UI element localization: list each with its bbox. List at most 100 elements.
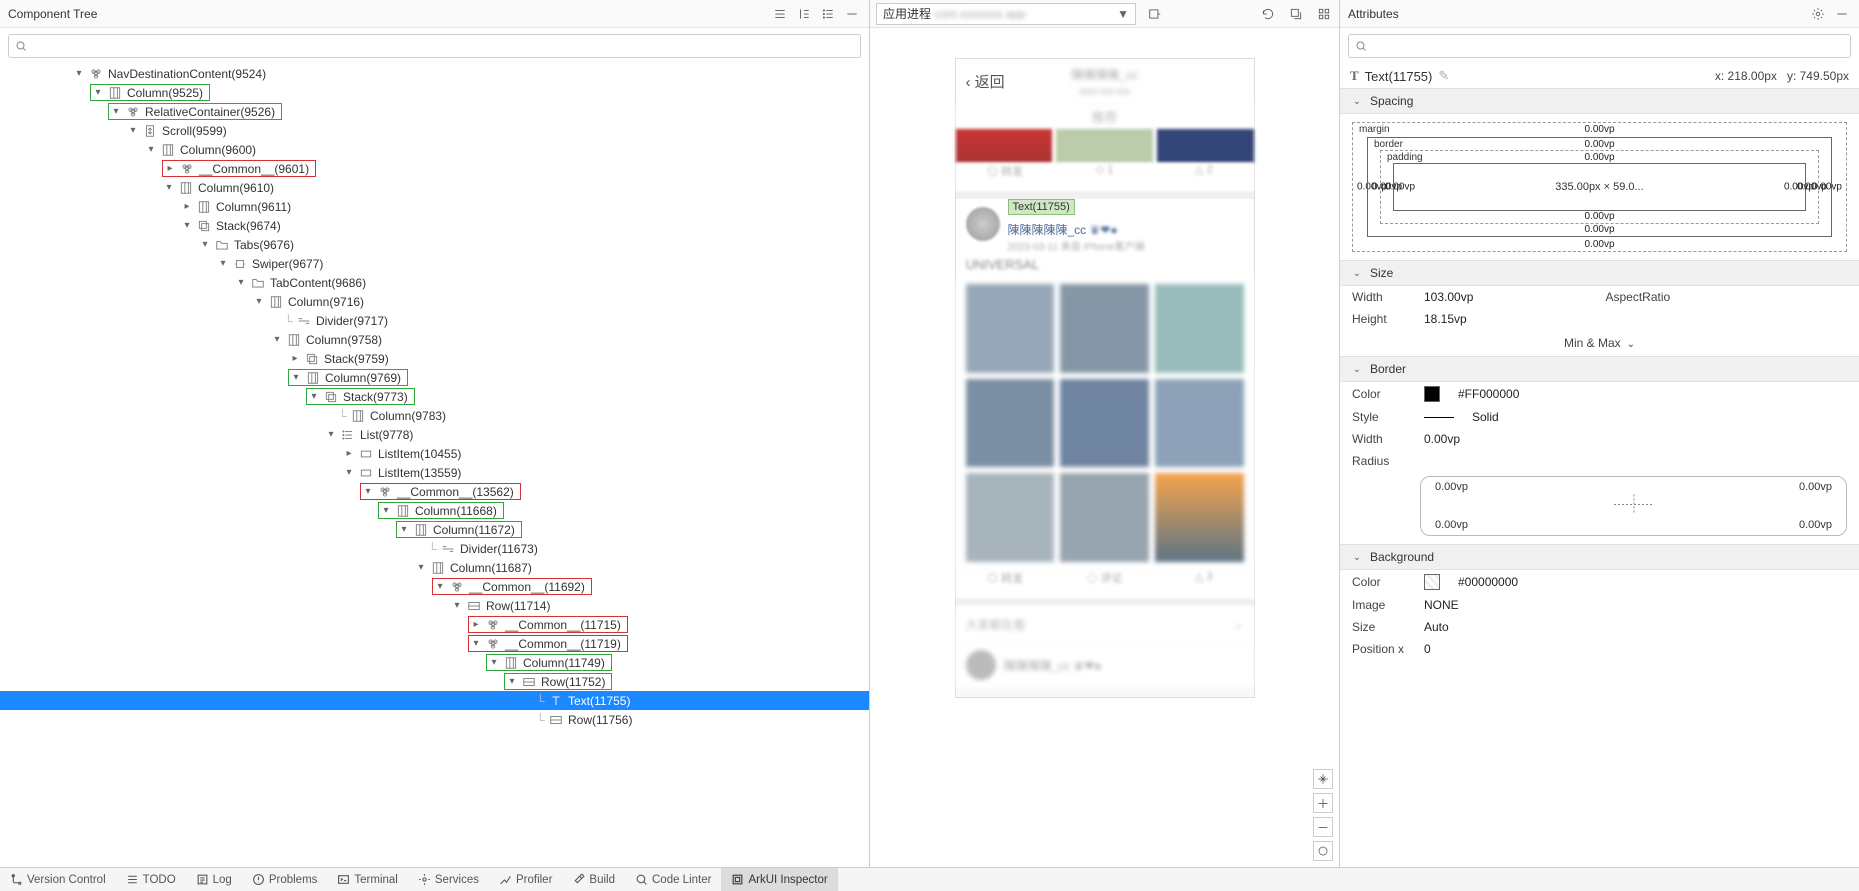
tree-row[interactable]: ▾Column(9600)	[0, 140, 869, 159]
component-tree[interactable]: ▾NavDestinationContent(9524)▾Column(9525…	[0, 64, 869, 867]
attr-width[interactable]: 103.00vp	[1424, 290, 1473, 304]
tree-row[interactable]: ▾Scroll(9599)	[0, 121, 869, 140]
border-color-swatch[interactable]	[1424, 386, 1440, 402]
section-spacing[interactable]: ⌄ Spacing	[1340, 88, 1859, 114]
caret-icon[interactable]: ▾	[307, 390, 321, 404]
pan-icon[interactable]	[1313, 769, 1333, 789]
minimize-icon[interactable]	[843, 5, 861, 23]
tree-row[interactable]: ▸ListItem(10455)	[0, 444, 869, 463]
tree-row[interactable]: ▾__Common__(11692)	[0, 577, 869, 596]
tree-row[interactable]: ▾Column(9610)	[0, 178, 869, 197]
attr-search-input[interactable]	[1348, 34, 1851, 58]
grid-icon[interactable]	[1315, 5, 1333, 23]
caret-icon[interactable]	[522, 713, 536, 727]
tree-row[interactable]: ▾Column(9716)	[0, 292, 869, 311]
caret-icon[interactable]: ▾	[433, 580, 447, 594]
caret-icon[interactable]: ▾	[126, 124, 140, 138]
caret-icon[interactable]: ▾	[180, 219, 194, 233]
tree-row[interactable]: ▾Column(11749)	[0, 653, 869, 672]
toolbar-code-linter[interactable]: Code Linter	[625, 868, 721, 891]
zoom-in-icon[interactable]: ＋	[1313, 793, 1333, 813]
collapse-all-icon[interactable]	[795, 5, 813, 23]
bg-image[interactable]: NONE	[1424, 598, 1459, 612]
toolbar-problems[interactable]: Problems	[242, 868, 328, 891]
caret-icon[interactable]: ▾	[324, 428, 338, 442]
caret-icon[interactable]: ▾	[198, 238, 212, 252]
tree-row[interactable]: ▸__Common__(11715)	[0, 615, 869, 634]
tree-row[interactable]: ▾Stack(9773)	[0, 387, 869, 406]
caret-icon[interactable]	[522, 694, 536, 708]
caret-icon[interactable]: ▾	[361, 485, 375, 499]
tree-row[interactable]: ▾NavDestinationContent(9524)	[0, 64, 869, 83]
expand-all-icon[interactable]	[771, 5, 789, 23]
caret-icon[interactable]: ▸	[180, 200, 194, 214]
tree-row[interactable]: ▾Column(9525)	[0, 83, 869, 102]
tree-row[interactable]: ▾Column(11668)	[0, 501, 869, 520]
tree-row[interactable]: ▾ListItem(13559)	[0, 463, 869, 482]
refresh-icon[interactable]	[1259, 5, 1277, 23]
tree-row[interactable]: └Divider(11673)	[0, 539, 869, 558]
caret-icon[interactable]: ▸	[342, 447, 356, 461]
tree-search-input[interactable]	[8, 34, 861, 58]
toolbar-arkui-inspector[interactable]: ArkUI Inspector	[721, 868, 837, 891]
caret-icon[interactable]: ▸	[469, 618, 483, 632]
zoom-out-icon[interactable]: －	[1313, 817, 1333, 837]
fit-icon[interactable]	[1313, 841, 1333, 861]
caret-icon[interactable]	[270, 314, 284, 328]
caret-icon[interactable]: ▾	[72, 67, 86, 81]
border-color[interactable]: #FF000000	[1458, 387, 1519, 401]
caret-icon[interactable]: ▾	[252, 295, 266, 309]
caret-icon[interactable]: ▾	[289, 371, 303, 385]
caret-icon[interactable]: ▾	[397, 523, 411, 537]
tree-row[interactable]: ▾Row(11714)	[0, 596, 869, 615]
border-width[interactable]: 0.00vp	[1424, 432, 1460, 446]
bg-size[interactable]: Auto	[1424, 620, 1449, 634]
toolbar-terminal[interactable]: Terminal	[327, 868, 407, 891]
tree-row[interactable]: ▾Tabs(9676)	[0, 235, 869, 254]
minimize-icon[interactable]	[1833, 5, 1851, 23]
tree-row[interactable]: ▾TabContent(9686)	[0, 273, 869, 292]
caret-icon[interactable]: ▾	[379, 504, 393, 518]
tree-row[interactable]: └Column(9783)	[0, 406, 869, 425]
caret-icon[interactable]: ▾	[109, 105, 123, 119]
bg-color[interactable]: #00000000	[1458, 575, 1518, 589]
caret-icon[interactable]: ▾	[144, 143, 158, 157]
tree-row[interactable]: ▾Column(9758)	[0, 330, 869, 349]
caret-icon[interactable]: ▾	[162, 181, 176, 195]
section-size[interactable]: ⌄ Size	[1340, 260, 1859, 286]
caret-icon[interactable]	[414, 542, 428, 556]
caret-icon[interactable]: ▾	[505, 675, 519, 689]
caret-icon[interactable]: ▾	[270, 333, 284, 347]
tree-row[interactable]: ▾__Common__(13562)	[0, 482, 869, 501]
tree-row[interactable]: ▾__Common__(11719)	[0, 634, 869, 653]
export-icon[interactable]	[1287, 5, 1305, 23]
caret-icon[interactable]: ▾	[342, 466, 356, 480]
tree-row[interactable]: ▾RelativeContainer(9526)	[0, 102, 869, 121]
tree-row[interactable]: ▾Column(11687)	[0, 558, 869, 577]
toolbar-build[interactable]: Build	[562, 868, 625, 891]
caret-icon[interactable]: ▸	[163, 162, 177, 176]
toolbar-profiler[interactable]: Profiler	[489, 868, 562, 891]
section-border[interactable]: ⌄ Border	[1340, 356, 1859, 382]
attr-height[interactable]: 18.15vp	[1424, 312, 1467, 326]
toolbar-version-control[interactable]: Version Control	[0, 868, 116, 891]
process-picker[interactable]: 应用进程 com.xxxxxxx.app ▼	[876, 3, 1136, 25]
bg-color-swatch[interactable]	[1424, 574, 1440, 590]
toolbar-log[interactable]: Log	[186, 868, 242, 891]
caret-icon[interactable]: ▾	[450, 599, 464, 613]
caret-icon[interactable]: ▸	[288, 352, 302, 366]
caret-icon[interactable]: ▾	[469, 637, 483, 651]
caret-icon[interactable]	[324, 409, 338, 423]
enter-icon[interactable]	[1146, 5, 1164, 23]
minmax-toggle[interactable]: Min & Max⌄	[1340, 330, 1859, 356]
caret-icon[interactable]: ▾	[91, 86, 105, 100]
tree-row[interactable]: ▾Column(11672)	[0, 520, 869, 539]
section-background[interactable]: ⌄ Background	[1340, 544, 1859, 570]
toolbar-todo[interactable]: TODO	[116, 868, 186, 891]
tree-row[interactable]: ▸Column(9611)	[0, 197, 869, 216]
tree-row[interactable]: └Divider(9717)	[0, 311, 869, 330]
tree-row[interactable]: ▾Swiper(9677)	[0, 254, 869, 273]
tree-row[interactable]: └Text(11755)	[0, 691, 869, 710]
gear-icon[interactable]	[1809, 5, 1827, 23]
caret-icon[interactable]: ▾	[414, 561, 428, 575]
